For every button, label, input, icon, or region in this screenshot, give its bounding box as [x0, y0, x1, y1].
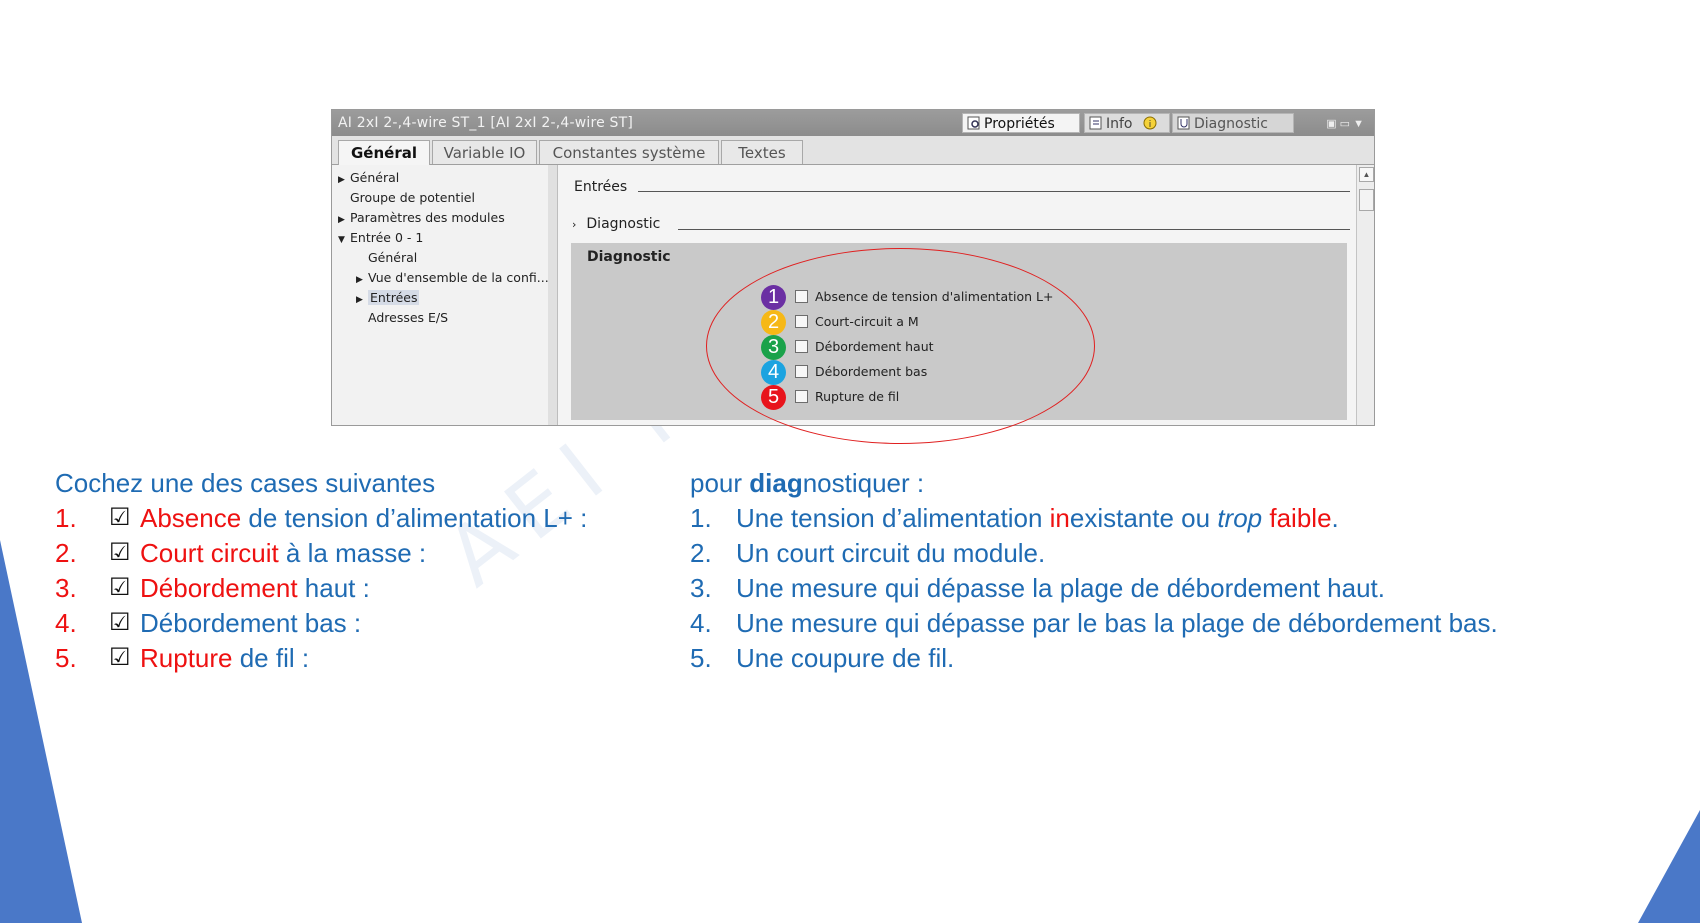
section-diagnostic-header[interactable]: › Diagnostic: [572, 216, 660, 232]
left-item: 1. ☑ Absence de tension d’alimentation L…: [55, 503, 588, 533]
tree-item-vue-ensemble[interactable]: ▶ Vue d'ensemble de la confi...: [356, 270, 549, 285]
vertical-scrollbar[interactable]: ▲: [1356, 165, 1374, 425]
navigation-tree: ▶ Général Groupe de potentiel ▶ Paramètres…: [332, 165, 549, 425]
tree-item-groupe-potentiel[interactable]: Groupe de potentiel: [350, 190, 475, 205]
diagnostic-label: Diagnostic: [1194, 116, 1268, 132]
right-item: 1. Une tension d’alimentation inexistant…: [690, 503, 1339, 533]
section-divider: [638, 191, 1350, 192]
checkbox-label: Débordement haut: [815, 339, 934, 354]
tab-general[interactable]: Général: [338, 140, 430, 165]
panel-titlebar: AI 2xI 2-,4-wire ST_1 [AI 2xI 2-,4-wire …: [332, 110, 1374, 136]
checked-box-icon: ☑: [109, 609, 131, 636]
tree-item-adresses-es[interactable]: Adresses E/S: [368, 310, 448, 325]
right-item: 4. Une mesure qui dépasse par le bas la …: [690, 608, 1498, 638]
checkbox-court-circuit[interactable]: [795, 315, 808, 328]
checkbox-rupture-fil[interactable]: [795, 390, 808, 403]
tree-item-entree-general[interactable]: Général: [368, 250, 417, 265]
left-item: 2. ☑ Court circuit à la masse :: [55, 538, 427, 568]
checkbox-label: Absence de tension d'alimentation L+: [815, 289, 1054, 304]
scroll-thumb[interactable]: [1359, 189, 1374, 211]
right-item: 2. Un court circuit du module.: [690, 538, 1046, 568]
window-title: AI 2xI 2-,4-wire ST_1 [AI 2xI 2-,4-wire …: [338, 115, 634, 131]
checkbox-absence-tension[interactable]: [795, 290, 808, 303]
checkbox-debordement-haut[interactable]: [795, 340, 808, 353]
content-area: Entrées › Diagnostic Diagnostic 1 Absence…: [558, 165, 1356, 425]
info-label: Info: [1106, 116, 1133, 132]
tab-textes[interactable]: Textes: [721, 140, 803, 164]
window-controls[interactable]: ▣ ▭ ▼: [1326, 117, 1364, 130]
checked-box-icon: ☑: [109, 644, 131, 671]
expand-arrow-icon: ▶: [338, 175, 345, 185]
right-intro: pour diagnostiquer :: [690, 468, 925, 498]
checked-box-icon: ☑: [109, 539, 131, 566]
section-entrees-label: Entrées: [574, 179, 628, 195]
diagnostic-box: Diagnostic 1 Absence de tension d'alimen…: [571, 243, 1347, 420]
number-badge: 3: [761, 335, 786, 360]
tab-variable-io[interactable]: Variable IO: [432, 140, 537, 164]
number-badge: 5: [761, 385, 786, 410]
left-item: 4. ☑ Débordement bas :: [55, 608, 362, 638]
tree-item-entrees[interactable]: ▶ Entrées: [356, 290, 420, 305]
info-badge-icon: i: [1143, 116, 1157, 130]
properties-label: Propriétés: [984, 116, 1055, 132]
left-intro: Cochez une des cases suivantes: [55, 468, 436, 498]
checkbox-label: Débordement bas: [815, 364, 928, 379]
checkbox-debordement-bas[interactable]: [795, 365, 808, 378]
checked-box-icon: ☑: [109, 574, 131, 601]
tree-item-entree-0-1[interactable]: ▼ Entrée 0 - 1: [338, 230, 423, 245]
scroll-up-icon[interactable]: ▲: [1359, 167, 1374, 182]
tree-item-parametres-modules[interactable]: ▶ Paramètres des modules: [338, 210, 505, 225]
right-item: 5. Une coupure de fil.: [690, 643, 955, 673]
collapse-arrow-icon: ▼: [338, 235, 345, 245]
number-badge: 1: [761, 285, 786, 310]
right-item: 3. Une mesure qui dépasse la plage de dé…: [690, 573, 1385, 603]
diagnostic-icon: [1177, 116, 1190, 130]
tab-bar: Général Variable IO Constantes système T…: [332, 136, 1374, 165]
expand-arrow-icon: ▶: [338, 215, 345, 225]
properties-tab-button[interactable]: Propriétés: [962, 113, 1080, 133]
checkbox-label: Court-circuit a M: [815, 314, 919, 329]
info-icon: [1089, 116, 1102, 130]
expand-arrow-icon: ▶: [356, 275, 363, 285]
diagnostic-tab-button[interactable]: Diagnostic: [1172, 113, 1294, 133]
checkbox-label: Rupture de fil: [815, 389, 900, 404]
expand-arrow-icon: ›: [572, 218, 577, 231]
properties-panel: AI 2xI 2-,4-wire ST_1 [AI 2xI 2-,4-wire …: [331, 109, 1375, 426]
number-badge: 4: [761, 360, 786, 385]
left-item: 5. ☑ Rupture de fil :: [55, 643, 310, 673]
diagnostic-box-title: Diagnostic: [587, 249, 671, 265]
checked-box-icon: ☑: [109, 504, 131, 531]
left-item: 3. ☑ Débordement haut :: [55, 573, 370, 603]
info-tab-button[interactable]: Info i: [1084, 113, 1170, 133]
splitter-handle[interactable]: [548, 165, 558, 425]
number-badge: 2: [761, 310, 786, 335]
tree-item-general[interactable]: ▶ Général: [338, 170, 399, 185]
section-divider: [678, 229, 1350, 230]
expand-arrow-icon: ▶: [356, 295, 363, 305]
svg-text:i: i: [1149, 120, 1152, 130]
properties-icon: [967, 116, 980, 130]
tab-constantes-systeme[interactable]: Constantes système: [539, 140, 719, 164]
